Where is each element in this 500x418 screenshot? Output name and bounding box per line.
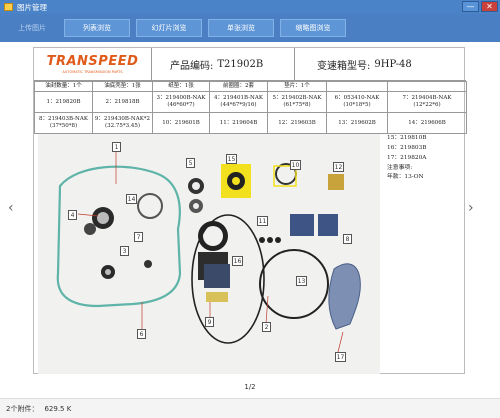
callout-label: 11: [257, 216, 268, 226]
gearbox-model-label: 变速箱型号:: [317, 60, 371, 72]
sheet-header: TRANSPEED AUTOMATIC TRANSMISSION PARTS 产…: [34, 48, 466, 81]
gearbox-model-value: 9HP-48: [374, 58, 412, 70]
table-cell: 9：219430B-NAK*2 (32.75*3.45): [92, 112, 153, 134]
table-cell: 纸垫：1张: [152, 81, 210, 92]
table-cell: 13：219602B: [326, 112, 388, 134]
callout-label: 14: [126, 194, 137, 204]
table-cell: [326, 81, 388, 92]
attachment-size: 629.5 K: [44, 404, 72, 413]
gearbox-model: 变速箱型号: 9HP-48: [295, 48, 466, 80]
table-cell: 油封数量：1个: [34, 81, 93, 92]
side-note: 年款：13-ON: [387, 174, 424, 181]
product-code-label: 产品编码:: [170, 60, 214, 72]
callout-label: 2: [262, 322, 271, 332]
statusbar: 2个附件： 629.5 K: [0, 398, 500, 418]
table-row: 8：219403B-NAK (37*50*8) 9：219430B-NAK*2 …: [34, 112, 467, 134]
callout-label: 1: [112, 142, 121, 152]
table-cell: 7：219404B-NAK (12*22*6): [387, 91, 467, 113]
callout-label: 3: [120, 246, 129, 256]
table-cell: [387, 81, 467, 92]
callout-label: 16: [232, 256, 243, 266]
attachment-count: 2个附件：: [6, 404, 39, 413]
side-note: 17：219820A: [387, 154, 427, 161]
window-titlebar: 图片管理 — ✕: [0, 0, 500, 14]
table-cell: 1：219820B: [34, 91, 93, 113]
callout-label: 12: [333, 162, 344, 172]
product-sheet-image: TRANSPEED AUTOMATIC TRANSMISSION PARTS 产…: [33, 47, 467, 374]
table-cell: 前圈圈：2套: [209, 81, 268, 92]
callout-label: 15: [226, 154, 237, 164]
tab-thumbnail-view[interactable]: 缩略图浏览: [280, 19, 346, 37]
table-cell: 3：219400B-NAK (46*60*7): [152, 91, 210, 113]
table-cell: 8：219403B-NAK (37*50*8): [34, 112, 93, 134]
callout-label: 7: [134, 232, 143, 242]
table-cell: 5：219402B-NAK (61*75*8): [267, 91, 327, 113]
product-code-value: T21902B: [217, 58, 264, 70]
next-image-arrow-icon[interactable]: ›: [468, 200, 474, 216]
minimize-button[interactable]: —: [462, 1, 479, 12]
callout-label: 8: [343, 234, 352, 244]
close-button[interactable]: ✕: [481, 1, 498, 12]
callout-label: 6: [137, 329, 146, 339]
brand-logo: TRANSPEED AUTOMATIC TRANSMISSION PARTS: [34, 48, 152, 80]
side-note: 16：219803B: [387, 144, 427, 151]
tab-single-view[interactable]: 单张浏览: [208, 19, 274, 37]
toolbar: 上传图片 列表浏览 幻灯片浏览 单张浏览 缩略图浏览: [0, 14, 500, 42]
previous-image-arrow-icon[interactable]: ‹: [8, 200, 14, 216]
callout-label: 10: [290, 160, 301, 170]
window-title: 图片管理: [17, 2, 47, 12]
folder-icon: [4, 3, 13, 11]
table-row: 油封数量：1个 油底壳垫：1张 纸垫：1张 前圈圈：2套 垫片：1个: [34, 81, 467, 92]
callout-label: 13: [296, 276, 307, 286]
table-cell: 4：219401B-NAK (44*67*9/16): [209, 91, 268, 113]
parts-table: 油封数量：1个 油底壳垫：1张 纸垫：1张 前圈圈：2套 垫片：1个 1：219…: [34, 81, 467, 134]
table-cell: 2：219818B: [92, 91, 153, 113]
table-cell: 垫片：1个: [267, 81, 327, 92]
table-row: 1：219820B 2：219818B 3：219400B-NAK (46*60…: [34, 91, 467, 113]
table-cell: 12：219603B: [267, 112, 327, 134]
side-notes: 15：219810B 16：219803B 17：219820A 注意事项: 年…: [383, 134, 465, 183]
product-code: 产品编码: T21902B: [152, 48, 295, 80]
brand-tagline: AUTOMATIC TRANSMISSION PARTS: [62, 70, 123, 74]
upload-image-button[interactable]: 上传图片: [10, 19, 54, 37]
callout-label: 17: [335, 352, 346, 362]
callout-label: 9: [205, 317, 214, 327]
table-cell: 油底壳垫：1张: [92, 81, 153, 92]
product-photo: 1 2 3 4 5 6 7 8 9 10 11 12 13 14 15 16 1…: [38, 134, 380, 374]
brand-name: TRANSPEED: [46, 54, 139, 69]
callout-label: 4: [68, 210, 77, 220]
tab-slideshow-view[interactable]: 幻灯片浏览: [136, 19, 202, 37]
page-indicator: 1/2: [244, 383, 256, 391]
table-cell: 11：219604B: [209, 112, 268, 134]
table-cell: 6：053410-NAK (10*18*5): [326, 91, 388, 113]
table-cell: 14：219606B: [387, 112, 467, 134]
callout-label: 5: [186, 158, 195, 168]
side-note: 注意事项:: [387, 164, 413, 171]
gasket-kit-illustration: [56, 152, 361, 353]
side-note: 15：219810B: [387, 135, 427, 141]
table-cell: 10：219601B: [152, 112, 210, 134]
tab-list-view[interactable]: 列表浏览: [64, 19, 130, 37]
